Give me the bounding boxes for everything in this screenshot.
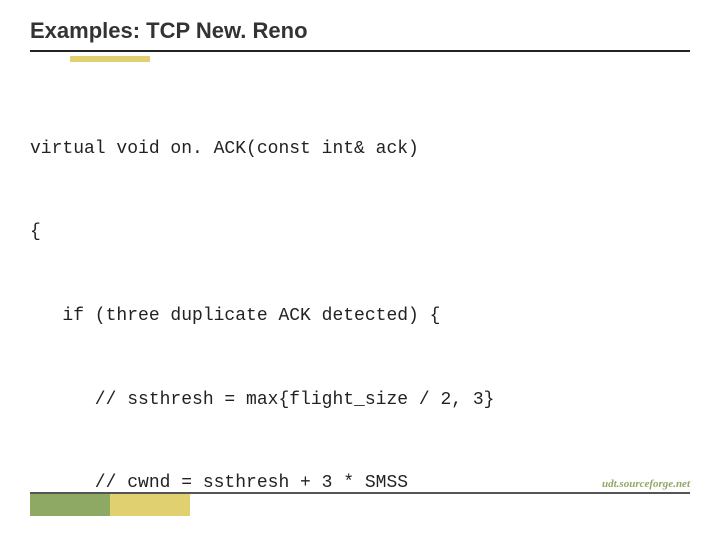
title-rule (30, 50, 690, 52)
code-line: // ssthresh = max{flight_size / 2, 3} (30, 387, 538, 415)
footer-block-white (190, 494, 490, 516)
code-block: virtual void on. ACK(const int& ack) { i… (30, 80, 538, 540)
footer (30, 492, 690, 516)
slide-title: Examples: TCP New. Reno (30, 18, 308, 44)
slide: Examples: TCP New. Reno virtual void on.… (0, 0, 720, 540)
footer-block-green (30, 494, 110, 516)
footer-url: udt.sourceforge.net (602, 478, 690, 490)
code-line: virtual void on. ACK(const int& ack) (30, 136, 538, 164)
code-line: if (three duplicate ACK detected) { (30, 303, 538, 331)
code-line: { (30, 219, 538, 247)
footer-block-yellow (110, 494, 190, 516)
title-accent (70, 56, 150, 62)
footer-bar (30, 494, 690, 516)
